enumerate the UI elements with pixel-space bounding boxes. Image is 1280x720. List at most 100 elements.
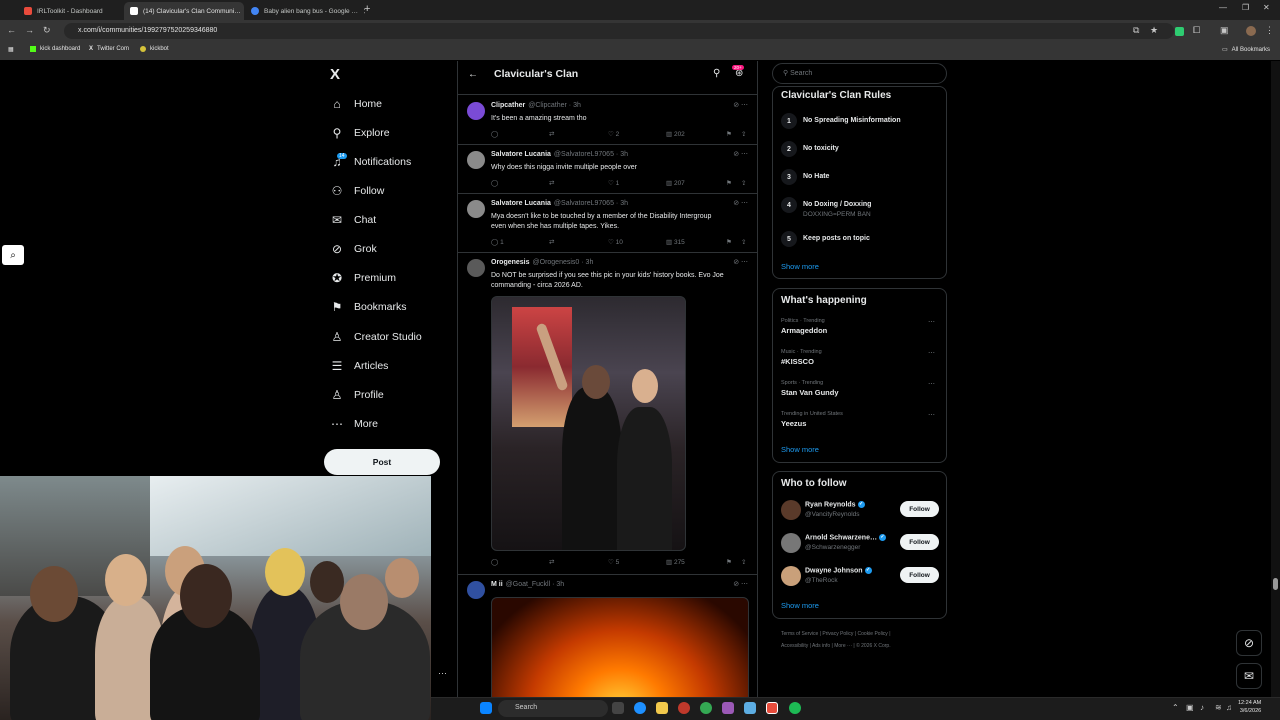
reply-button[interactable]: ◯ 1: [491, 238, 504, 246]
wifi-icon[interactable]: ≋: [1215, 703, 1222, 712]
scrollbar[interactable]: [1271, 61, 1280, 697]
footer-link[interactable]: Terms of Service: [781, 631, 818, 637]
bookmark-icon[interactable]: ⚑: [726, 179, 732, 187]
tweet[interactable]: Orogenesis @Orogenesis0 · 3h ⊘ ⋯ Do NOT be …: [458, 253, 757, 575]
footer-link[interactable]: © 2026 X Corp.: [856, 643, 891, 649]
app-icon[interactable]: [744, 702, 756, 714]
trend-more-icon[interactable]: ⋯: [928, 318, 935, 326]
grok-icon[interactable]: ⊘: [733, 259, 741, 266]
tweet-media[interactable]: [491, 296, 686, 551]
install-icon[interactable]: ⧉: [1133, 25, 1139, 36]
tray-app-icon[interactable]: ▣: [1186, 703, 1194, 712]
grok-icon[interactable]: ⊘: [1236, 630, 1262, 656]
avatar[interactable]: [467, 200, 485, 218]
avatar[interactable]: [781, 533, 801, 553]
rules-show-more-link[interactable]: Show more: [781, 262, 819, 271]
trend-more-icon[interactable]: ⋯: [928, 349, 935, 357]
chrome-profile-icon[interactable]: [634, 702, 646, 714]
author-name[interactable]: Salvatore Lucania: [491, 200, 551, 207]
grok-icon[interactable]: ⊘: [733, 102, 741, 109]
repost-button[interactable]: ⇄: [549, 130, 554, 138]
sidebar-item-explore[interactable]: ⚲ Explore: [330, 121, 390, 145]
follow-suggestion[interactable]: Dwayne Johnson ✓ @TheRock Follow: [781, 564, 943, 590]
like-button[interactable]: ♡ 1: [608, 179, 619, 187]
trend-more-icon[interactable]: ⋯: [928, 411, 935, 419]
sidebar-item-bookmarks[interactable]: ⚑ Bookmarks: [330, 295, 407, 319]
footer-link[interactable]: Accessibility: [781, 643, 808, 649]
tweet[interactable]: Clipcather @Clipcather · 3h ⊘ ⋯ It's been a…: [458, 96, 757, 145]
bookmark-icon[interactable]: ⚑: [726, 558, 732, 566]
search-icon[interactable]: ⚲: [713, 68, 720, 79]
more-icon[interactable]: ⋯: [741, 102, 748, 109]
author-name[interactable]: Orogenesis: [491, 259, 530, 266]
maximize-icon[interactable]: ❐: [1242, 3, 1249, 12]
sidebar-item-profile[interactable]: ♙ Profile: [330, 383, 384, 407]
file-explorer-icon[interactable]: [656, 702, 668, 714]
views-button[interactable]: ▥ 202: [666, 130, 685, 138]
share-icon[interactable]: ⇪: [741, 130, 746, 138]
more-icon[interactable]: ⋯: [438, 668, 447, 679]
apps-icon[interactable]: ▦: [8, 46, 14, 53]
taskbar-search[interactable]: Search: [498, 700, 608, 717]
sidebar-item-grok[interactable]: ⊘ Grok: [330, 237, 377, 261]
trend-item[interactable]: Music · Trending #KISSCO ⋯: [781, 349, 941, 366]
messages-icon[interactable]: ✉: [1236, 663, 1262, 689]
extension-icon[interactable]: [1175, 27, 1184, 36]
task-view-icon[interactable]: [612, 702, 624, 714]
all-bookmarks[interactable]: ▭ All Bookmarks: [1222, 46, 1270, 54]
more-icon[interactable]: ⋯: [741, 581, 748, 588]
tab-clavicular-clan[interactable]: (14) Clavicular's Clan Communi… ✕: [124, 2, 244, 20]
sidebar-item-notifications[interactable]: ♫ 14 Notifications: [330, 150, 411, 174]
repost-button[interactable]: ⇄: [549, 238, 554, 246]
minimize-icon[interactable]: —: [1219, 3, 1227, 12]
like-button[interactable]: ♡ 10: [608, 238, 623, 246]
post-button[interactable]: Post: [324, 449, 440, 475]
grok-icon[interactable]: ⊘: [733, 200, 741, 207]
new-tab-button[interactable]: +: [364, 3, 370, 15]
share-icon[interactable]: ⇪: [741, 238, 746, 246]
repost-button[interactable]: ⇄: [549, 179, 554, 187]
tab-google-search[interactable]: Baby alien bang bus - Google … ✕: [245, 2, 365, 20]
footer-link[interactable]: More ···: [834, 643, 852, 649]
windows-start-icon[interactable]: [480, 702, 492, 714]
views-button[interactable]: ▥ 207: [666, 179, 685, 187]
reply-button[interactable]: ◯: [491, 558, 498, 566]
profile-avatar[interactable]: [1246, 26, 1256, 36]
more-icon[interactable]: ⋯: [741, 151, 748, 158]
bookmark-twitter-com[interactable]: X Twitter Com: [89, 46, 129, 52]
more-icon[interactable]: ⋯: [741, 259, 748, 266]
back-arrow-icon[interactable]: ←: [468, 69, 478, 80]
reply-button[interactable]: ◯: [491, 179, 498, 187]
share-icon[interactable]: ⇪: [741, 179, 746, 187]
trend-item[interactable]: Politics · Trending Armageddon ⋯: [781, 318, 941, 335]
trends-show-more-link[interactable]: Show more: [781, 445, 819, 454]
avatar[interactable]: [467, 581, 485, 599]
star-icon[interactable]: ★: [1150, 25, 1158, 36]
zoom-icon[interactable]: ⌕: [2, 245, 24, 265]
follow-button[interactable]: Follow: [900, 534, 939, 550]
avatar[interactable]: [467, 259, 485, 277]
tray-mic-icon[interactable]: ♪: [1200, 703, 1204, 712]
sidebar-item-premium[interactable]: ✪ Premium: [330, 266, 396, 290]
forward-icon[interactable]: →: [25, 25, 34, 35]
author-name[interactable]: Clipcather: [491, 102, 525, 109]
like-button[interactable]: ♡ 2: [608, 130, 619, 138]
follow-suggestion[interactable]: Ryan Reynolds ✓ @VancityReynolds Follow: [781, 498, 943, 524]
bookmark-icon[interactable]: ⚑: [726, 238, 732, 246]
author-name[interactable]: Salvatore Lucania: [491, 151, 551, 158]
more-icon[interactable]: ⋯: [741, 200, 748, 207]
sidebar-item-more[interactable]: ⋯ More: [330, 412, 378, 436]
follow-button[interactable]: Follow: [900, 567, 939, 583]
window-close-icon[interactable]: ✕: [1263, 3, 1270, 12]
avatar[interactable]: [781, 566, 801, 586]
wtf-show-more-link[interactable]: Show more: [781, 601, 819, 610]
tweet[interactable]: Salvatore Lucania @SalvatoreL97065 · 3h ⊘ …: [458, 145, 757, 194]
x-logo-icon[interactable]: X: [330, 66, 340, 83]
bookmark-icon[interactable]: ⚑: [726, 130, 732, 138]
sidebar-item-home[interactable]: ⌂ Home: [330, 92, 382, 116]
grok-icon[interactable]: ⊘: [733, 581, 741, 588]
avatar[interactable]: [467, 102, 485, 120]
author-name[interactable]: M ii: [491, 581, 503, 588]
trend-more-icon[interactable]: ⋯: [928, 380, 935, 388]
search-input[interactable]: ⚲ Search: [772, 63, 947, 84]
